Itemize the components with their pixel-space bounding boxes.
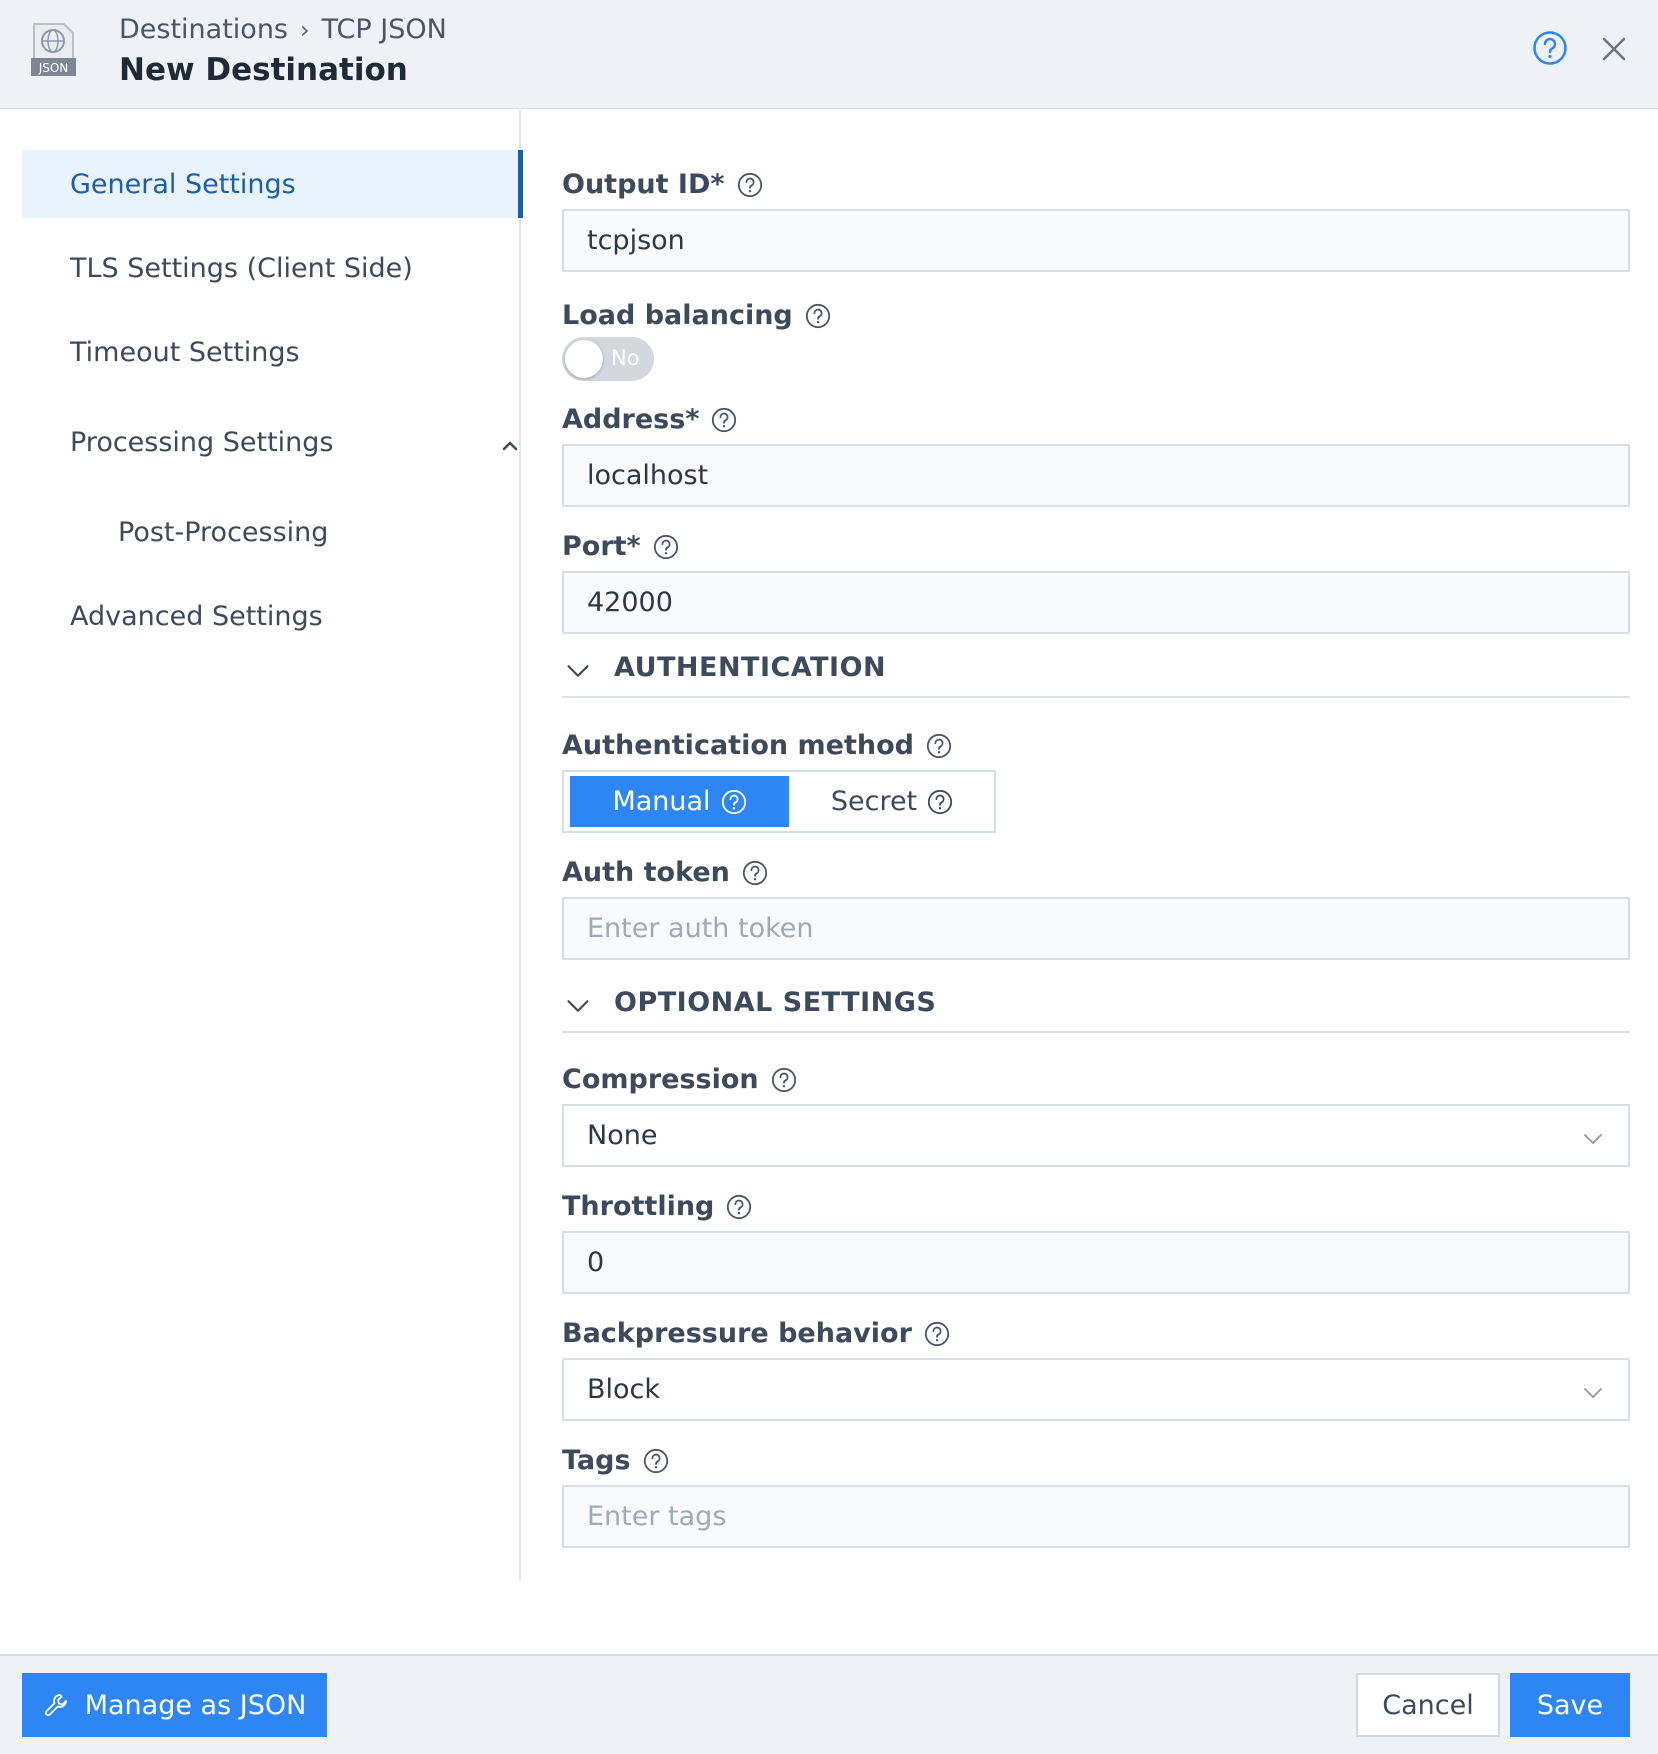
help-icon[interactable]: [926, 733, 952, 759]
toggle-knob: [565, 340, 603, 378]
tags-label: Tags: [562, 1445, 669, 1476]
cancel-button[interactable]: Cancel: [1356, 1673, 1500, 1737]
chevron-up-icon[interactable]: [500, 432, 520, 452]
address-label-text: Address*: [562, 404, 700, 435]
tags-input[interactable]: Enter tags: [562, 1485, 1630, 1548]
authentication-section-header[interactable]: AUTHENTICATION: [562, 650, 1630, 698]
breadcrumb-destinations[interactable]: Destinations: [119, 14, 288, 45]
help-icon[interactable]: [653, 534, 679, 560]
port-value: 42000: [587, 587, 673, 618]
output-id-input[interactable]: tcpjson: [562, 209, 1630, 272]
auth-token-input[interactable]: Enter auth token: [562, 897, 1630, 960]
output-id-value: tcpjson: [587, 225, 685, 256]
compression-value: None: [587, 1120, 658, 1151]
address-value: localhost: [587, 460, 709, 491]
sidebar-item-label: TLS Settings (Client Side): [70, 252, 413, 284]
sidebar-item-timeout-settings[interactable]: Timeout Settings: [22, 318, 521, 386]
auth-method-manual-label: Manual: [612, 786, 711, 817]
help-icon[interactable]: [927, 789, 953, 815]
port-label-text: Port*: [562, 531, 641, 562]
chevron-down-icon: [1582, 1380, 1604, 1402]
port-label: Port*: [562, 531, 679, 562]
authentication-section-title: AUTHENTICATION: [614, 652, 887, 683]
sidebar-item-post-processing[interactable]: Post-Processing: [22, 498, 521, 566]
help-icon[interactable]: [711, 407, 737, 433]
help-icon[interactable]: [771, 1067, 797, 1093]
port-input[interactable]: 42000: [562, 571, 1630, 634]
auth-token-placeholder: Enter auth token: [587, 913, 814, 944]
breadcrumb-current: TCP JSON: [321, 14, 447, 45]
authentication-method-selector: Manual Secret: [562, 770, 996, 833]
manage-as-json-label: Manage as JSON: [84, 1689, 307, 1721]
breadcrumb-separator: ›: [300, 16, 310, 44]
help-circle-icon[interactable]: [1532, 30, 1568, 66]
help-icon[interactable]: [726, 1194, 752, 1220]
backpressure-behavior-value: Block: [587, 1374, 661, 1405]
sidebar-item-tls-settings[interactable]: TLS Settings (Client Side): [22, 234, 521, 302]
breadcrumb: Destinations › TCP JSON: [119, 14, 447, 45]
save-label: Save: [1536, 1689, 1604, 1721]
auth-method-manual-button[interactable]: Manual: [570, 776, 789, 827]
sidebar-item-label: Advanced Settings: [70, 600, 323, 632]
throttling-label: Throttling: [562, 1191, 752, 1222]
sidebar-item-processing-settings[interactable]: Processing Settings: [22, 408, 521, 476]
throttling-value: 0: [587, 1247, 605, 1278]
output-id-label: Output ID*: [562, 169, 763, 200]
throttling-input[interactable]: 0: [562, 1231, 1630, 1294]
dialog-header: JSON Destinations › TCP JSON New Destinati…: [0, 0, 1658, 109]
sidebar-item-advanced-settings[interactable]: Advanced Settings: [22, 582, 521, 650]
tags-label-text: Tags: [562, 1445, 631, 1476]
page-title: New Destination: [119, 52, 408, 88]
chevron-down-icon: [565, 993, 591, 1019]
tags-placeholder: Enter tags: [587, 1501, 727, 1532]
chevron-down-icon: [565, 658, 591, 684]
compression-label: Compression: [562, 1064, 797, 1095]
auth-method-secret-label: Secret: [830, 786, 918, 817]
toggle-state-text: No: [611, 346, 640, 370]
authentication-method-label: Authentication method: [562, 730, 952, 761]
throttling-label-text: Throttling: [562, 1191, 715, 1222]
help-icon[interactable]: [643, 1448, 669, 1474]
help-icon[interactable]: [924, 1321, 950, 1347]
auth-token-label-text: Auth token: [562, 857, 730, 888]
optional-settings-section-title: OPTIONAL SETTINGS: [614, 987, 937, 1018]
authentication-method-label-text: Authentication method: [562, 730, 914, 761]
svg-text:JSON: JSON: [38, 61, 69, 75]
auth-method-secret-button[interactable]: Secret: [794, 776, 990, 827]
close-icon[interactable]: [1598, 33, 1630, 65]
sidebar-item-label: General Settings: [70, 168, 296, 200]
sidebar-item-label: Post-Processing: [118, 516, 329, 548]
auth-token-label: Auth token: [562, 857, 768, 888]
backpressure-behavior-select[interactable]: Block: [562, 1358, 1630, 1421]
sidebar-item-label: Timeout Settings: [70, 336, 300, 368]
backpressure-behavior-label: Backpressure behavior: [562, 1318, 950, 1349]
save-button[interactable]: Save: [1510, 1673, 1630, 1737]
compression-label-text: Compression: [562, 1064, 759, 1095]
sidebar-item-label: Processing Settings: [70, 426, 334, 458]
sidebar-item-general-settings[interactable]: General Settings: [22, 150, 523, 218]
optional-settings-section-header[interactable]: OPTIONAL SETTINGS: [562, 985, 1630, 1033]
backpressure-behavior-label-text: Backpressure behavior: [562, 1318, 912, 1349]
load-balancing-label: Load balancing: [562, 300, 831, 331]
tcp-json-logo-icon: JSON: [31, 22, 76, 78]
help-icon[interactable]: [805, 303, 831, 329]
manage-as-json-button[interactable]: Manage as JSON: [22, 1673, 327, 1737]
compression-select[interactable]: None: [562, 1104, 1630, 1167]
settings-sidebar: General Settings TLS Settings (Client Si…: [0, 110, 523, 1580]
address-label: Address*: [562, 404, 737, 435]
cancel-label: Cancel: [1382, 1689, 1474, 1721]
help-icon[interactable]: [742, 860, 768, 886]
load-balancing-toggle[interactable]: No: [562, 337, 654, 381]
help-icon[interactable]: [721, 789, 747, 815]
chevron-down-icon: [1582, 1126, 1604, 1148]
dialog-footer: Manage as JSON Cancel Save: [0, 1654, 1658, 1754]
help-icon[interactable]: [737, 172, 763, 198]
address-input[interactable]: localhost: [562, 444, 1630, 507]
output-id-label-text: Output ID*: [562, 169, 725, 200]
load-balancing-label-text: Load balancing: [562, 300, 793, 331]
wrench-icon: [43, 1692, 69, 1718]
